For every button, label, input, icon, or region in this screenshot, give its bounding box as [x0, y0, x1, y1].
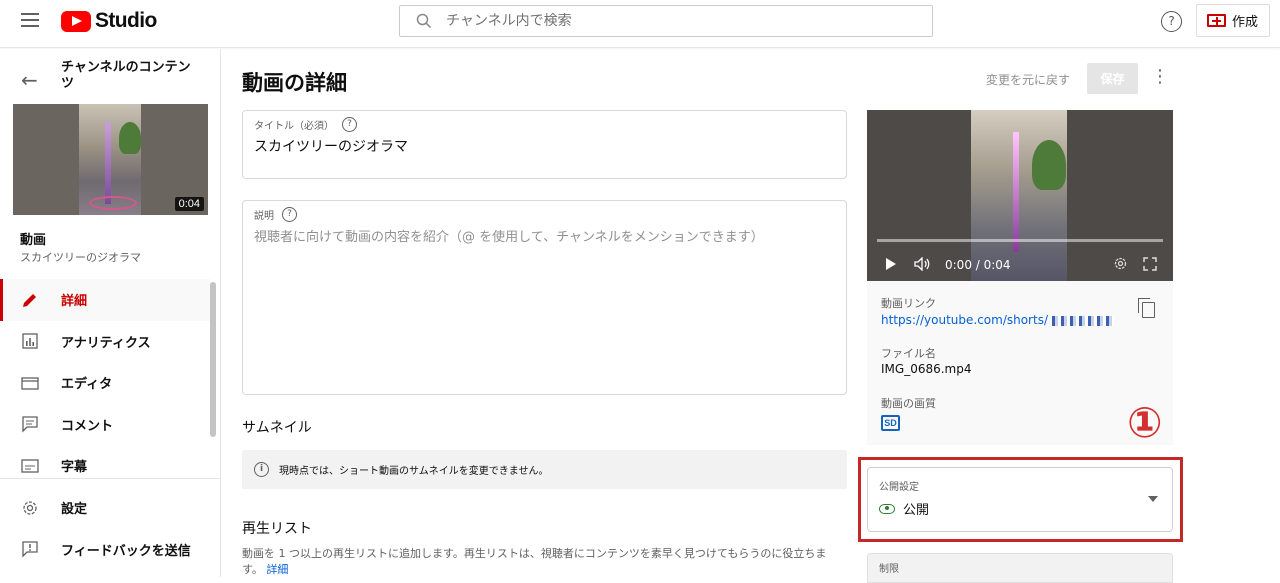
visibility-dropdown[interactable]: 公開設定 公開 [867, 467, 1173, 532]
search-icon [416, 13, 432, 29]
title-help-icon[interactable]: ? [342, 117, 357, 132]
visibility-value-row: 公開 [879, 499, 929, 518]
restriction-field[interactable]: 制限 [867, 553, 1173, 583]
eye-icon [879, 503, 895, 514]
top-bar: Studio ? 作成 [0, 0, 1280, 48]
sidebar-footer-nav: 設定 フィードバックを送信 [0, 487, 210, 570]
description-field-label-row: 説明 ? [254, 207, 297, 222]
video-link-label: 動画リンク [881, 297, 936, 310]
sidebar-item-analytics[interactable]: アナリティクス [0, 321, 210, 363]
title-field-label: タイトル（必須） [254, 121, 334, 132]
pencil-icon [20, 290, 40, 310]
title-field-label-row: タイトル（必須） ? [254, 117, 357, 132]
sidebar-item-subtitles[interactable]: 字幕 [0, 445, 210, 487]
page-title: 動画の詳細 [242, 71, 347, 95]
player-progress-bar[interactable] [877, 239, 1163, 242]
redacted-link-id [1051, 315, 1114, 326]
create-video-icon [1207, 14, 1226, 27]
description-field-label: 説明 [254, 211, 274, 222]
dropdown-caret-icon [1148, 496, 1158, 502]
sidebar-item-feedback[interactable]: フィードバックを送信 [0, 529, 210, 571]
create-label: 作成 [1232, 15, 1259, 30]
sidebar-video-label: 動画 [20, 233, 47, 248]
feedback-icon [20, 539, 40, 559]
undo-changes-button[interactable]: 変更を元に戻す [986, 71, 1070, 88]
playlist-description-text: 動画を 1 つ以上の再生リストに追加します。再生リストは、視聴者にコンテンツを素… [242, 547, 827, 576]
subtitles-icon [20, 456, 40, 476]
play-icon[interactable] [885, 257, 897, 274]
playlist-details-link[interactable]: 詳細 [266, 563, 288, 576]
hamburger-menu-icon[interactable] [21, 13, 39, 27]
filename-value: IMG_0686.mp4 [881, 362, 972, 376]
sidebar-item-details[interactable]: 詳細 [0, 279, 210, 321]
sidebar-item-label: 詳細 [61, 294, 88, 310]
visibility-label: 公開設定 [879, 482, 919, 493]
annotation-number: ① [1127, 398, 1163, 447]
thumbnail-notice-text: 現時点では、ショート動画のサムネイルを変更できません。 [279, 466, 549, 477]
volume-icon[interactable] [914, 255, 932, 274]
analytics-icon [20, 331, 40, 351]
title-field[interactable]: タイトル（必須） ? スカイツリーのジオラマ [242, 110, 847, 179]
visibility-value: 公開 [903, 503, 930, 518]
playlist-description: 動画を 1 つ以上の再生リストに追加します。再生リストは、視聴者にコンテンツを素… [242, 546, 847, 578]
sidebar-item-label: フィードバックを送信 [61, 543, 191, 559]
playlist-section-title: 再生リスト [242, 521, 312, 537]
save-button[interactable]: 保存 [1087, 63, 1138, 94]
sd-quality-icon: SD [881, 415, 900, 431]
sidebar-video-title: スカイツリーのジオラマ [20, 251, 141, 264]
video-quality-label: 動画の画質 [881, 397, 936, 410]
sidebar-scrollbar[interactable] [210, 282, 216, 437]
sidebar-item-label: アナリティクス [61, 335, 151, 351]
copy-icon[interactable] [1138, 298, 1155, 318]
sidebar-item-label: エディタ [61, 377, 113, 393]
description-field[interactable]: 説明 ? 視聴者に向けて動画の内容を紹介（@ を使用して、チャンネルをメンション… [242, 200, 847, 395]
video-info-card: 0:00 / 0:04 動画リンク https://youtube.com/sh… [867, 110, 1173, 445]
help-icon[interactable]: ? [1161, 11, 1182, 32]
info-icon: i [254, 462, 269, 477]
main-content: 動画の詳細 変更を元に戻す 保存 ⋮ タイトル（必須） ? スカイツリーのジオラ… [221, 49, 1280, 583]
restriction-label: 制限 [879, 564, 899, 575]
thumbnail-section-title: サムネイル [242, 420, 312, 436]
sidebar-item-label: 字幕 [61, 460, 88, 476]
thumbnail-notice: i 現時点では、ショート動画のサムネイルを変更できません。 [242, 450, 847, 489]
player-time: 0:00 / 0:04 [945, 258, 1011, 272]
video-link-url[interactable]: https://youtube.com/shorts/ [881, 313, 1114, 327]
create-button[interactable]: 作成 [1196, 4, 1270, 37]
sidebar-item-label: コメント [61, 418, 114, 434]
sidebar-divider [0, 478, 220, 479]
sidebar-item-label: 設定 [61, 502, 88, 518]
video-thumbnail[interactable]: 0:04 [13, 104, 208, 215]
youtube-play-icon [61, 10, 91, 32]
video-link-text: https://youtube.com/shorts/ [881, 313, 1048, 327]
fullscreen-icon[interactable] [1143, 256, 1157, 274]
sidebar-item-settings[interactable]: 設定 [0, 487, 210, 529]
youtube-studio-logo[interactable]: Studio [61, 9, 157, 33]
logo-text: Studio [95, 9, 157, 32]
thumbnail-duration: 0:04 [174, 197, 204, 211]
gear-icon [20, 498, 40, 518]
back-arrow-icon[interactable]: ← [21, 68, 38, 92]
sidebar-title: チャンネルのコンテンツ [61, 60, 191, 91]
player-settings-icon[interactable] [1113, 256, 1128, 274]
description-help-icon[interactable]: ? [282, 207, 297, 222]
sidebar-nav: 詳細 アナリティクス エディタ コメント 字幕 [0, 279, 210, 487]
player-controls: 0:00 / 0:04 [867, 250, 1173, 280]
search-input[interactable] [446, 13, 916, 29]
editor-icon [20, 373, 40, 393]
sidebar: ← チャンネルのコンテンツ 0:04 動画 スカイツリーのジオラマ 詳細 アナリ… [0, 49, 221, 577]
video-player[interactable]: 0:00 / 0:04 [867, 110, 1173, 281]
comment-icon [20, 414, 40, 434]
search-box[interactable] [399, 5, 933, 37]
sidebar-item-editor[interactable]: エディタ [0, 362, 210, 404]
title-field-value[interactable]: スカイツリーのジオラマ [254, 136, 408, 156]
filename-label: ファイル名 [881, 347, 936, 360]
description-placeholder[interactable]: 視聴者に向けて動画の内容を紹介（@ を使用して、チャンネルをメンションできます） [254, 226, 764, 245]
more-options-icon[interactable]: ⋮ [1151, 67, 1169, 87]
sidebar-item-comments[interactable]: コメント [0, 404, 210, 446]
